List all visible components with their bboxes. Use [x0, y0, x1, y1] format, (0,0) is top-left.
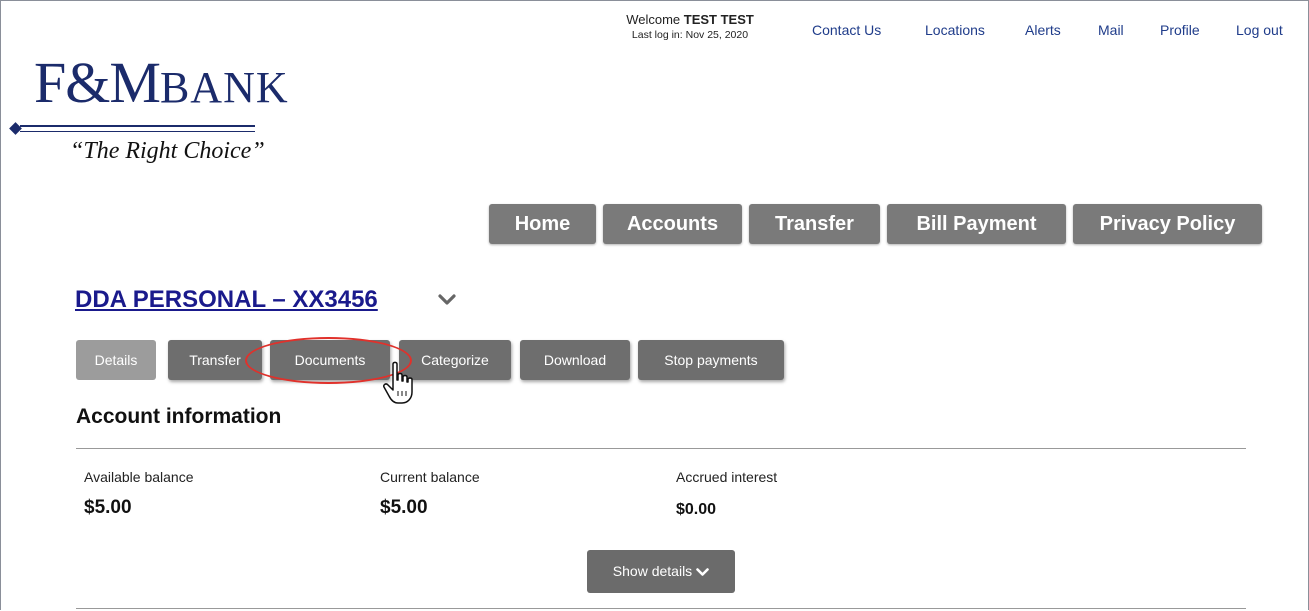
nav-transfer-button[interactable]: Transfer	[749, 204, 880, 244]
nav-privacy-policy-button[interactable]: Privacy Policy	[1073, 204, 1262, 244]
chevron-down-icon[interactable]	[438, 294, 456, 306]
account-information-heading: Account information	[76, 405, 282, 428]
available-balance-value: $5.00	[84, 497, 132, 518]
chevron-down-icon	[696, 567, 709, 576]
tab-download[interactable]: Download	[520, 340, 630, 380]
show-details-button[interactable]: Show details	[587, 550, 735, 593]
logo-rule	[20, 125, 255, 127]
locations-link[interactable]: Locations	[925, 22, 985, 38]
profile-link[interactable]: Profile	[1160, 22, 1200, 38]
welcome-user-name: TEST TEST	[683, 12, 754, 27]
available-balance-label: Available balance	[84, 469, 194, 485]
accrued-interest-value: $0.00	[676, 501, 717, 518]
logo-tagline: “The Right Choice”	[70, 138, 265, 164]
welcome-text: Welcome TEST TEST	[600, 12, 780, 27]
welcome-prefix: Welcome	[626, 12, 684, 27]
nav-bill-payment-button[interactable]: Bill Payment	[887, 204, 1066, 244]
account-title-link[interactable]: DDA PERSONAL – XX3456	[75, 286, 378, 314]
tab-documents[interactable]: Documents	[270, 340, 390, 380]
divider	[76, 448, 1246, 449]
bank-logo[interactable]: F&MBANK “The Right Choice”	[8, 52, 338, 187]
current-balance-value: $5.00	[380, 497, 428, 518]
nav-home-button[interactable]: Home	[489, 204, 596, 244]
alerts-link[interactable]: Alerts	[1025, 22, 1061, 38]
top-links: Contact Us Locations Alerts Mail Profile…	[812, 22, 1309, 42]
nav-accounts-button[interactable]: Accounts	[603, 204, 742, 244]
tab-transfer[interactable]: Transfer	[168, 340, 262, 380]
main-nav: Home Accounts Transfer Bill Payment Priv…	[0, 204, 1309, 244]
current-balance-label: Current balance	[380, 469, 480, 485]
tab-details[interactable]: Details	[76, 340, 156, 380]
welcome-block: Welcome TEST TEST Last log in: Nov 25, 2…	[600, 12, 780, 41]
logo-brand-main: F&M	[34, 50, 161, 115]
logo-rule-thin	[20, 131, 255, 132]
show-details-label: Show details	[612, 563, 693, 579]
tab-stop-payments[interactable]: Stop payments	[638, 340, 784, 380]
tab-categorize[interactable]: Categorize	[399, 340, 511, 380]
log-out-link[interactable]: Log out	[1236, 22, 1283, 38]
logo-wordmark: F&MBANK	[34, 54, 289, 112]
divider-bottom	[76, 608, 1246, 609]
last-login-text: Last log in: Nov 25, 2020	[631, 29, 749, 41]
mail-link[interactable]: Mail	[1098, 22, 1124, 38]
accrued-interest-label: Accrued interest	[676, 469, 778, 485]
logo-brand-bank: BANK	[159, 63, 289, 112]
contact-us-link[interactable]: Contact Us	[812, 22, 881, 38]
